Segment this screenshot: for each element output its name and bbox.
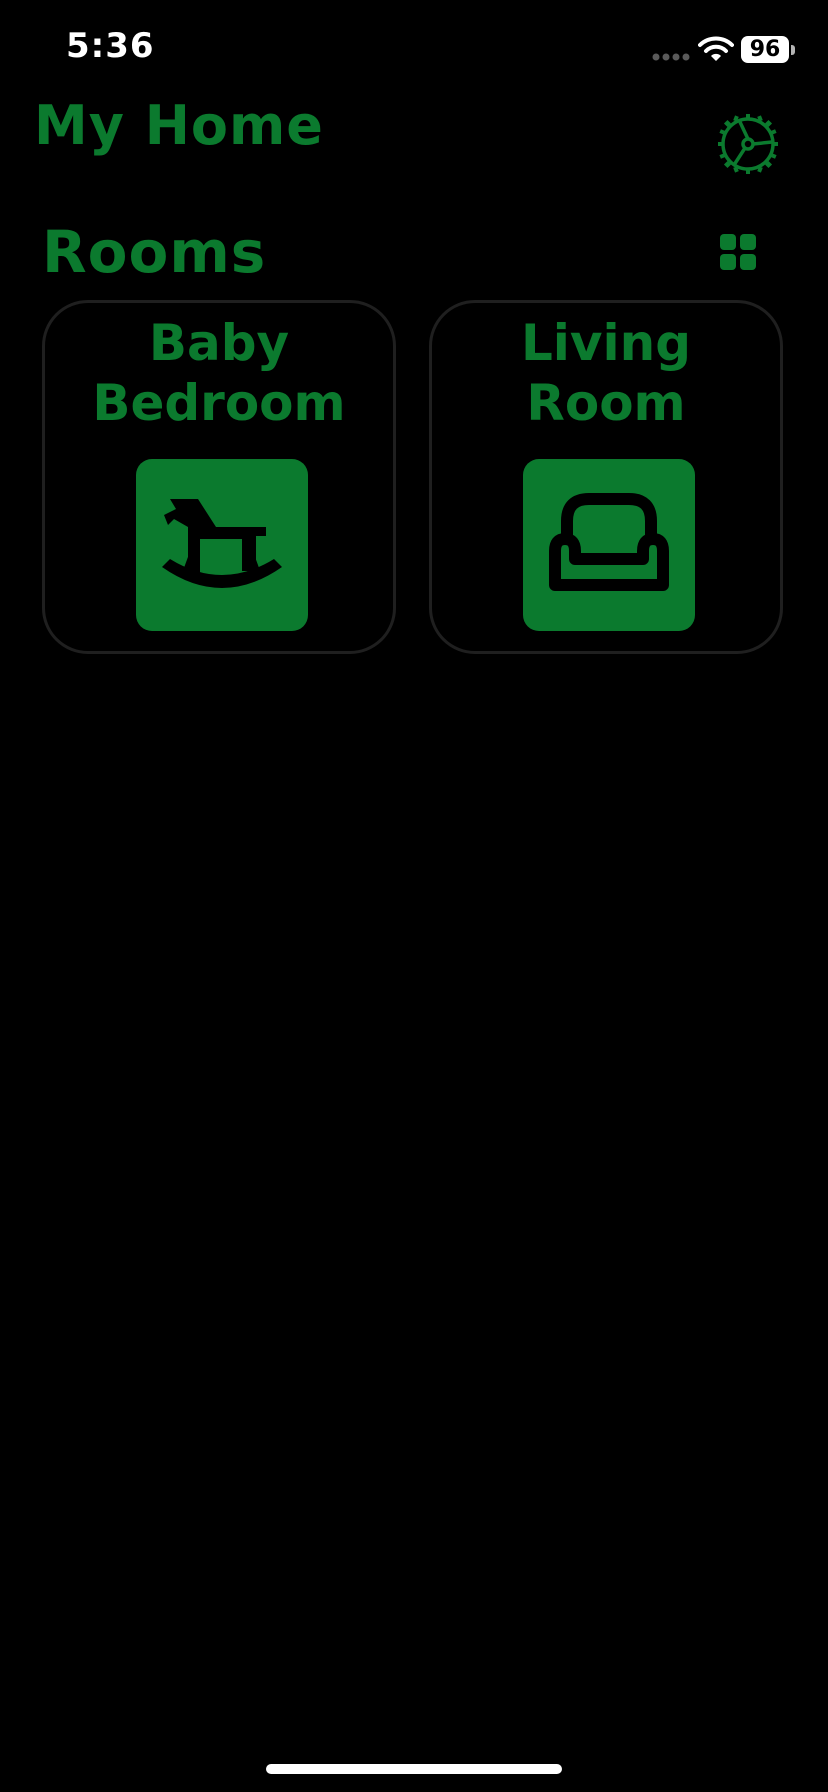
room-card-baby-bedroom[interactable]: Baby Bedroom <box>42 300 396 654</box>
rocking-horse-icon <box>162 499 282 588</box>
page-title: My Home <box>34 94 324 157</box>
home-indicator[interactable] <box>266 1764 562 1774</box>
gear-icon[interactable] <box>716 112 780 176</box>
wifi-icon <box>698 36 734 61</box>
room-card-living-room[interactable]: Living Room <box>429 300 783 654</box>
cellular-dots-icon <box>652 53 690 61</box>
room-name: Living Room <box>520 314 692 432</box>
room-name: Baby Bedroom <box>92 314 346 432</box>
room-icon-tile <box>136 459 308 631</box>
armchair-icon <box>549 493 669 591</box>
battery-nub <box>791 45 795 55</box>
battery-indicator: 96 <box>741 36 789 63</box>
grid-icon[interactable] <box>718 232 758 272</box>
room-icon-tile <box>523 459 695 631</box>
rooms-section-title: Rooms <box>42 218 267 286</box>
status-bar: 5:36 96 <box>0 0 828 100</box>
status-time: 5:36 <box>66 26 155 66</box>
